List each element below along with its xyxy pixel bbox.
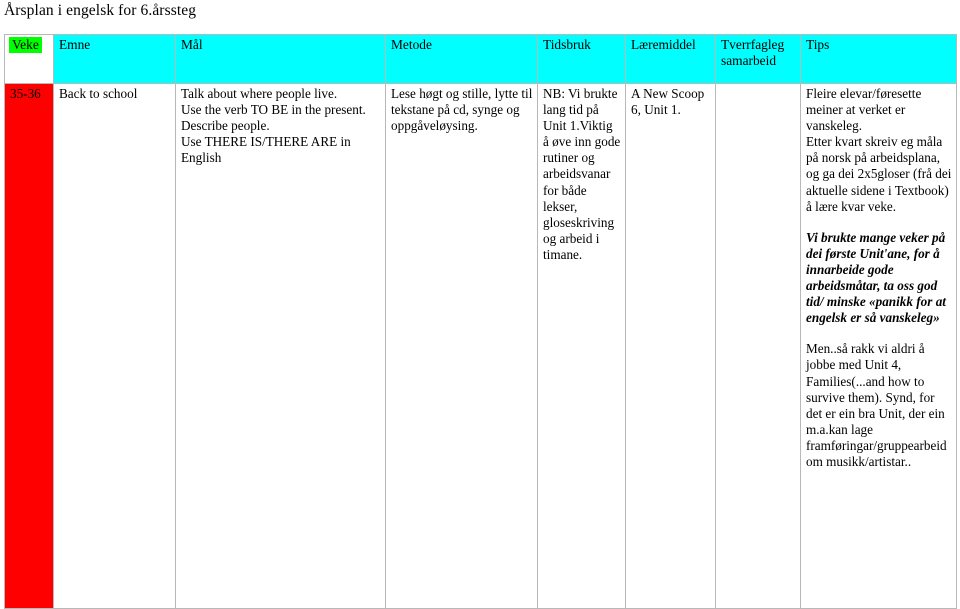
mal-line-2: Use the verb TO BE in the present. [181, 102, 366, 118]
page-title: Årsplan i engelsk for 6.årssteg [4, 2, 197, 19]
cell-metode: Lese høgt og stille, lytte til tekstane … [385, 83, 538, 609]
laeremiddel-line-1: A New Scoop 6, Unit 1. [631, 86, 705, 118]
tips-paragraph-1: Fleire elevar/føresette meiner at verket… [806, 86, 922, 134]
column-header-veke: Veke [4, 34, 54, 84]
yearly-plan-table: Veke Emne Mål Metode Tidsbruk Læremiddel… [4, 34, 957, 609]
tips-spacer-1 [806, 215, 952, 230]
cell-veke: 35-36 [4, 83, 54, 609]
veke-header-highlight: Veke [9, 37, 42, 54]
table-row: 35-36 Back to school Talk about where pe… [4, 83, 957, 609]
cell-tverrfagleg [715, 83, 801, 609]
column-header-mal: Mål [175, 34, 386, 84]
tips-paragraph-2: Etter kvart skreiv eg måla på norsk på a… [806, 134, 952, 214]
document-page: Årsplan i engelsk for 6.årssteg Veke Emn… [0, 0, 960, 609]
column-header-metode: Metode [385, 34, 538, 84]
column-header-tips: Tips [800, 34, 957, 84]
mal-line-3: Describe people. [181, 118, 270, 134]
column-header-laeremiddel: Læremiddel [625, 34, 716, 84]
cell-tidsbruk: NB: Vi brukte lang tid på Unit 1.Viktig … [537, 83, 626, 609]
column-header-emne: Emne [53, 34, 176, 84]
cell-emne: Back to school [53, 83, 176, 609]
mal-line-1: Talk about where people live. [181, 86, 338, 101]
metode-line-1: Lese høgt og stille, lytte til tekstane … [391, 86, 533, 134]
tips-paragraph-4: Men..så rakk vi aldri å jobbe med Unit 4… [806, 341, 947, 469]
column-header-tidsbruk: Tidsbruk [537, 34, 626, 84]
table-header-row: Veke Emne Mål Metode Tidsbruk Læremiddel… [4, 34, 957, 84]
tips-spacer-2 [806, 326, 952, 341]
cell-tips: Fleire elevar/føresette meiner at verket… [800, 83, 957, 609]
cell-mal: Talk about where people live. Use the ve… [175, 83, 386, 609]
tidsbruk-line-1: NB: Vi brukte lang tid på Unit 1.Viktig … [543, 86, 621, 262]
mal-line-4: Use THERE IS/THERE ARE in English [181, 134, 351, 166]
column-header-tverrfagleg: Tverrfagleg samarbeid [715, 34, 801, 84]
tips-paragraph-3-emphasis: Vi brukte mange veker på dei første Unit… [806, 229, 946, 326]
cell-laeremiddel: A New Scoop 6, Unit 1. [625, 83, 716, 609]
